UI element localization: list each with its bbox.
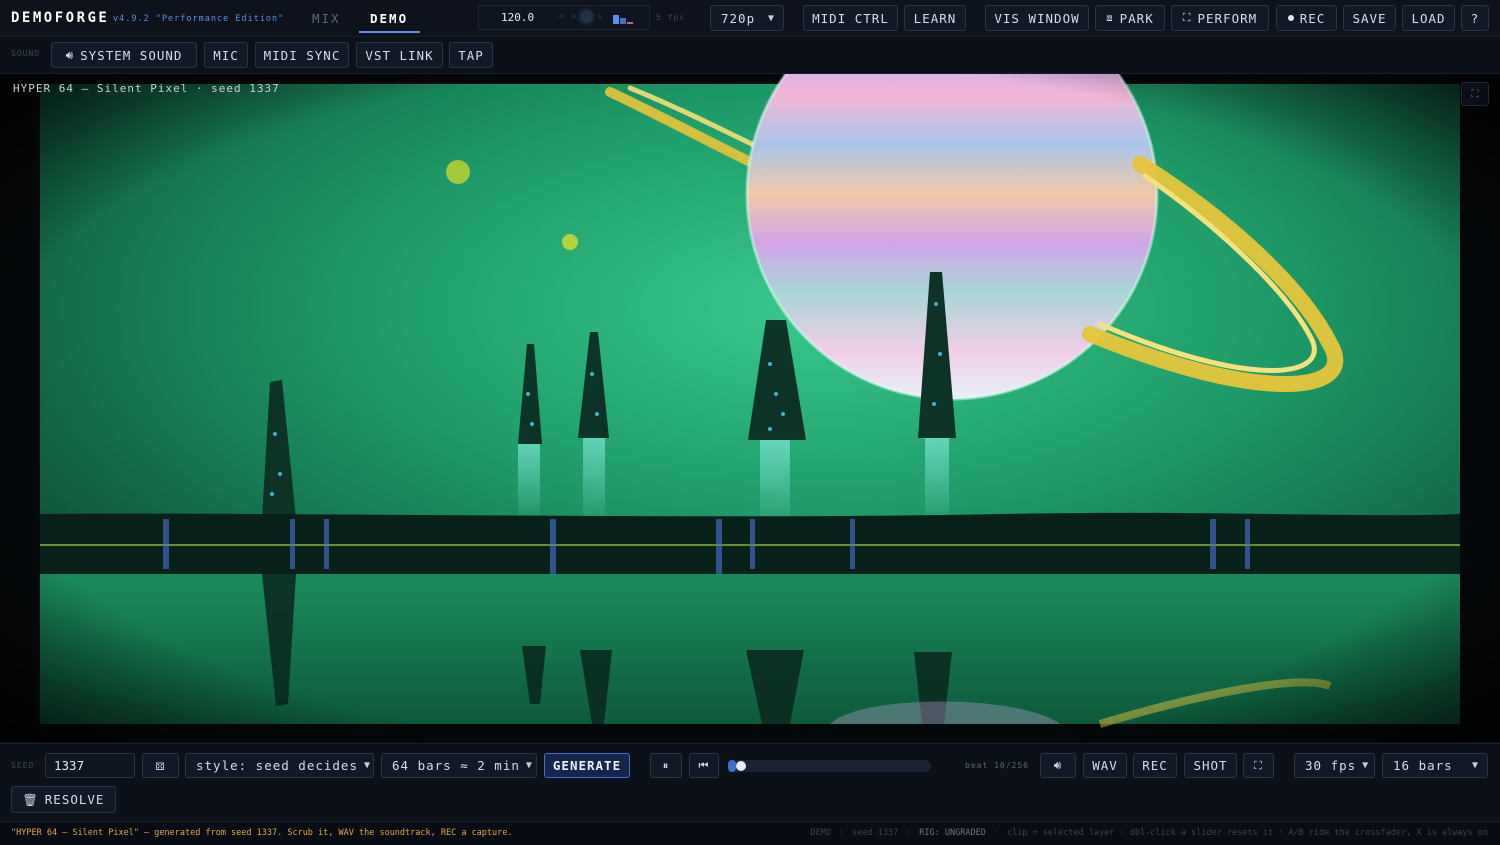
chevron-down-icon: ▼ <box>364 760 372 771</box>
status-bar: "HYPER 64 — Silent Pixel" — generated fr… <box>0 821 1500 845</box>
system-sound-label: SYSTEM SOUND <box>80 47 183 63</box>
status-seed: seed 1337 <box>852 828 899 838</box>
beat-dot <box>571 14 576 19</box>
top-bar: DEMOFORGE v4.9.2 "Performance Edition" M… <box>0 0 1500 37</box>
active-tab-indicator <box>359 31 420 33</box>
load-button[interactable]: LOAD <box>1402 5 1455 31</box>
status-message: "HYPER 64 — Silent Pixel" — generated fr… <box>11 828 513 838</box>
level-meter <box>613 15 619 24</box>
sound-row: SOUND 🔊︎ SYSTEM SOUND MIC MIDI SYNC VST L… <box>0 37 1500 74</box>
chevron-down-icon: ▼ <box>1471 760 1479 771</box>
learn-button[interactable]: LEARN <box>904 5 966 31</box>
resolve-button[interactable]: 🗑︎ RESOLVE <box>11 786 116 813</box>
tab-mix[interactable]: MIX <box>312 11 341 26</box>
beat-dot <box>597 14 602 19</box>
fps-select[interactable]: 30 fps ▼ <box>1294 753 1375 778</box>
help-button[interactable]: ? <box>1461 5 1489 31</box>
app-version: v4.9.2 "Performance Edition" <box>113 14 285 24</box>
scrub-progress <box>728 760 736 772</box>
park-label: PARK <box>1119 10 1154 26</box>
randomize-seed-button[interactable]: ⚄ <box>142 753 179 778</box>
rewind-button[interactable]: ⏮︎ <box>689 753 719 778</box>
fullscreen-icon: ⛶ <box>1182 11 1192 24</box>
perform-button[interactable]: ⛶ PERFORM <box>1171 5 1269 31</box>
bars-select[interactable]: 16 bars ▼ <box>1382 753 1488 778</box>
tap-button[interactable]: TAP <box>449 42 493 68</box>
status-separator: · <box>838 828 845 838</box>
stage-fullscreen-button[interactable]: ⛶ <box>1461 82 1489 106</box>
vst-link-button[interactable]: VST LINK <box>356 42 443 68</box>
fps-value: 30 fps <box>1305 758 1357 773</box>
action-row: 🗑︎ RESOLVE <box>0 783 1500 821</box>
scrub-handle[interactable] <box>736 761 746 771</box>
status-rig: RIG: UNGRADED <box>919 828 986 838</box>
scene-canvas <box>0 74 1500 742</box>
tab-demo[interactable]: DEMO <box>370 11 408 26</box>
system-sound-button[interactable]: 🔊︎ SYSTEM SOUND <box>51 42 197 68</box>
length-select[interactable]: 64 bars ≈ 2 min ▼ <box>381 753 537 778</box>
generate-button[interactable]: GENERATE <box>544 753 630 778</box>
resolution-value: 720p <box>721 10 756 26</box>
volume-button[interactable]: 🔊︎ <box>1040 753 1076 778</box>
mic-button[interactable]: MIC <box>204 42 248 68</box>
bpm-readout: 120.0 <box>501 11 535 24</box>
length-value: 64 bars ≈ 2 min <box>392 758 520 773</box>
status-separator: · <box>993 828 999 838</box>
chevron-down-icon: ▼ <box>767 12 775 24</box>
speaker-icon: 🔊︎ <box>1053 758 1063 772</box>
beat-dot <box>559 14 564 19</box>
rec-capture-button[interactable]: REC <box>1133 753 1177 778</box>
record-dot-icon <box>1287 15 1294 21</box>
transport-row: SEED 1337 ⚄ style: seed decides ▼ 64 bars… <box>0 743 1500 784</box>
chevron-down-icon: ▼ <box>1362 760 1370 771</box>
fps-readout: 5 fps <box>656 13 686 22</box>
fullscreen-button[interactable]: ⛶ <box>1243 753 1274 778</box>
chevron-down-icon: ▼ <box>525 760 533 771</box>
trash-icon: 🗑︎ <box>22 792 39 807</box>
beat-readout: beat 10/256 <box>965 761 1029 770</box>
status-separator: · <box>906 828 912 838</box>
rec-button[interactable]: REC <box>1276 5 1337 31</box>
park-icon: ⧈ <box>1106 12 1114 24</box>
save-button[interactable]: SAVE <box>1343 5 1396 31</box>
perform-label: PERFORM <box>1197 10 1258 26</box>
midi-ctrl-button[interactable]: MIDI CTRL <box>803 5 898 31</box>
pause-icon: ⏸︎ <box>662 758 670 772</box>
level-meter <box>620 18 626 24</box>
resolution-select[interactable]: 720p ▼ <box>710 5 784 31</box>
fullscreen-icon: ⛶ <box>1254 758 1263 772</box>
midi-sync-button[interactable]: MIDI SYNC <box>255 42 349 68</box>
wav-button[interactable]: WAV <box>1083 753 1127 778</box>
seed-input[interactable]: 1337 <box>45 753 135 778</box>
scrub-bar[interactable] <box>728 760 931 772</box>
shot-button[interactable]: SHOT <box>1184 753 1237 778</box>
status-hint: clip = selected layer · dbl-click a slid… <box>1006 828 1488 838</box>
skip-back-icon: ⏮︎ <box>698 758 710 772</box>
pause-button[interactable]: ⏸︎ <box>650 753 682 778</box>
tempo-knob[interactable] <box>581 11 592 22</box>
tempo-display[interactable]: 120.0 <box>478 5 650 30</box>
speaker-icon: 🔊︎ <box>65 47 75 62</box>
seed-label: SEED <box>11 761 35 770</box>
level-meter <box>627 22 633 24</box>
stage-caption: HYPER 64 — Silent Pixel · seed 1337 <box>13 82 280 95</box>
style-value: style: seed decides <box>196 758 358 773</box>
style-select[interactable]: style: seed decides ▼ <box>185 753 374 778</box>
sound-label: SOUND <box>11 49 41 58</box>
status-mode: DEMO <box>810 828 831 838</box>
status-right: DEMO · seed 1337 · RIG: UNGRADED · clip … <box>811 828 1489 838</box>
dice-icon: ⚄ <box>155 757 166 774</box>
vis-window-button[interactable]: VIS WINDOW <box>985 5 1089 31</box>
bars-value: 16 bars <box>1393 758 1453 773</box>
park-button[interactable]: ⧈ PARK <box>1095 5 1165 31</box>
rec-label: REC <box>1299 10 1326 26</box>
app-logo: DEMOFORGE <box>11 10 110 26</box>
resolve-label: RESOLVE <box>44 792 105 807</box>
fullscreen-icon: ⛶ <box>1471 88 1479 100</box>
visual-stage[interactable]: HYPER 64 — Silent Pixel · seed 1337 ⛶ <box>0 74 1500 742</box>
